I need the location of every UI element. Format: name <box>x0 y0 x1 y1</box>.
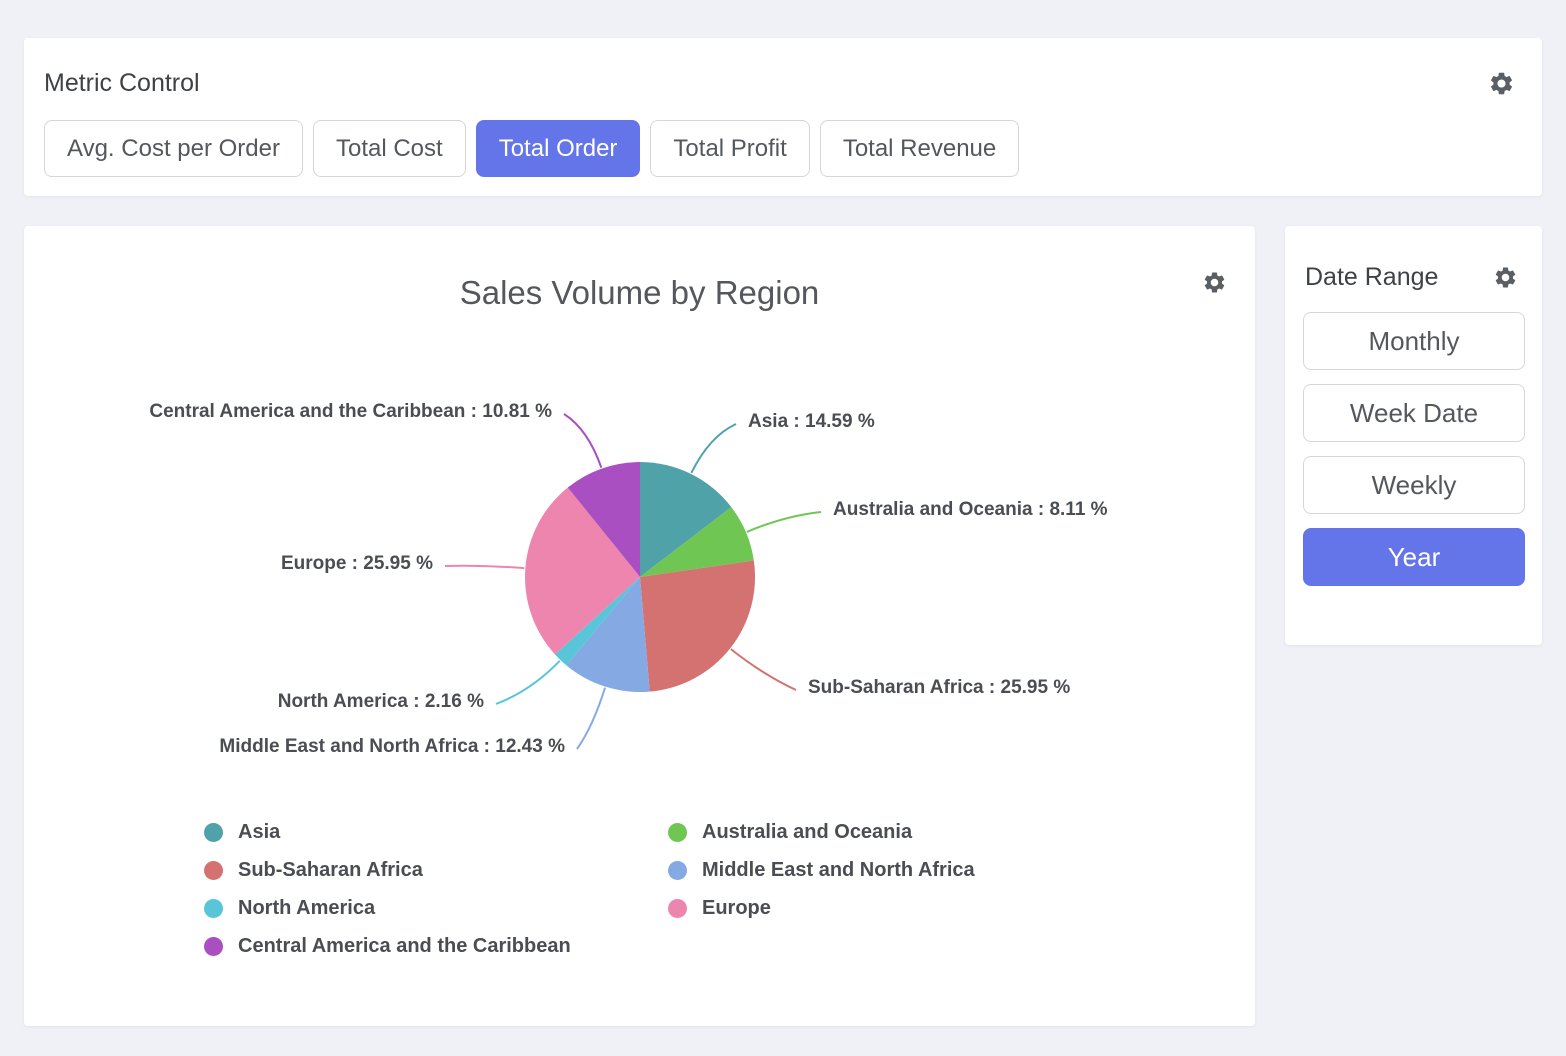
legend-label: Europe <box>702 897 771 920</box>
pie-label-australia-and-oceania: Australia and Oceania : 8.11 % <box>833 499 1108 521</box>
date-range-button-group: Monthly Week Date Weekly Year <box>1285 292 1542 586</box>
metric-button-total-profit[interactable]: Total Profit <box>650 120 809 177</box>
pie-label-line-asia <box>691 424 736 473</box>
legend-label: Central America and the Caribbean <box>238 935 571 958</box>
pie-label-line-central-america-and-the-caribbean <box>564 414 601 468</box>
legend-column-1: Asia Sub-Saharan Africa North America Centr… <box>204 813 571 965</box>
legend-item-middle-east-and-north-africa[interactable]: Middle East and North Africa <box>668 851 975 889</box>
date-range-title: Date Range <box>1305 262 1438 292</box>
gear-icon <box>1488 70 1515 97</box>
metric-settings-button[interactable] <box>1488 70 1515 97</box>
pie-label-line-middle-east-and-north-africa <box>577 688 605 749</box>
legend-dot-north-america <box>204 899 223 918</box>
legend-label: Asia <box>238 821 280 844</box>
pie-label-line-australia-and-oceania <box>747 512 821 532</box>
legend-item-australia-and-oceania[interactable]: Australia and Oceania <box>668 813 975 851</box>
pie-label-central-america-and-the-caribbean: Central America and the Caribbean : 10.8… <box>149 401 552 423</box>
date-range-button-year[interactable]: Year <box>1303 528 1525 586</box>
date-range-button-monthly[interactable]: Monthly <box>1303 312 1525 370</box>
legend-item-europe[interactable]: Europe <box>668 889 975 927</box>
pie-label-line-sub-saharan-africa <box>731 649 796 690</box>
pie-label-line-north-america <box>496 661 560 704</box>
legend-dot-australia-and-oceania <box>668 823 687 842</box>
pie-label-europe: Europe : 25.95 % <box>281 553 433 575</box>
metric-button-total-revenue[interactable]: Total Revenue <box>820 120 1019 177</box>
legend-item-asia[interactable]: Asia <box>204 813 571 851</box>
metric-button-total-cost[interactable]: Total Cost <box>313 120 466 177</box>
date-range-panel: Date Range Monthly Week Date Weekly Year <box>1285 226 1542 645</box>
metric-button-total-order[interactable]: Total Order <box>476 120 641 177</box>
legend-column-2: Australia and Oceania Middle East and Nor… <box>668 813 975 927</box>
legend-dot-central-america-and-the-caribbean <box>204 937 223 956</box>
date-range-header: Date Range <box>1285 226 1542 292</box>
legend-dot-europe <box>668 899 687 918</box>
chart-panel: Sales Volume by Region Asia : 14.59 %Aus… <box>24 226 1255 1026</box>
date-range-settings-button[interactable] <box>1493 265 1518 290</box>
legend-label: Australia and Oceania <box>702 821 912 844</box>
pie-label-middle-east-and-north-africa: Middle East and North Africa : 12.43 % <box>219 736 565 758</box>
legend-item-north-america[interactable]: North America <box>204 889 571 927</box>
metric-button-avg-cost-per-order[interactable]: Avg. Cost per Order <box>44 120 303 177</box>
legend-dot-asia <box>204 823 223 842</box>
dashboard-page: Metric Control Avg. Cost per OrderTotal … <box>0 0 1566 1056</box>
pie-label-sub-saharan-africa: Sub-Saharan Africa : 25.95 % <box>808 677 1070 699</box>
metric-control-panel: Metric Control Avg. Cost per OrderTotal … <box>24 38 1542 196</box>
metric-button-group: Avg. Cost per OrderTotal CostTotal Order… <box>24 98 1542 177</box>
legend-label: North America <box>238 897 375 920</box>
pie-label-asia: Asia : 14.59 % <box>748 411 875 433</box>
pie-label-north-america: North America : 2.16 % <box>278 691 484 713</box>
legend-item-sub-saharan-africa[interactable]: Sub-Saharan Africa <box>204 851 571 889</box>
legend-dot-sub-saharan-africa <box>204 861 223 880</box>
date-range-button-weekly[interactable]: Weekly <box>1303 456 1525 514</box>
pie-label-line-europe <box>445 566 524 568</box>
metric-control-header: Metric Control <box>24 38 1542 98</box>
date-range-button-week-date[interactable]: Week Date <box>1303 384 1525 442</box>
legend-label: Sub-Saharan Africa <box>238 859 423 882</box>
pie-slice-sub-saharan-africa[interactable] <box>640 560 755 691</box>
legend-dot-middle-east-and-north-africa <box>668 861 687 880</box>
legend-item-central-america-and-the-caribbean[interactable]: Central America and the Caribbean <box>204 927 571 965</box>
legend-label: Middle East and North Africa <box>702 859 975 882</box>
metric-control-title: Metric Control <box>44 68 200 98</box>
gear-icon <box>1493 265 1518 290</box>
